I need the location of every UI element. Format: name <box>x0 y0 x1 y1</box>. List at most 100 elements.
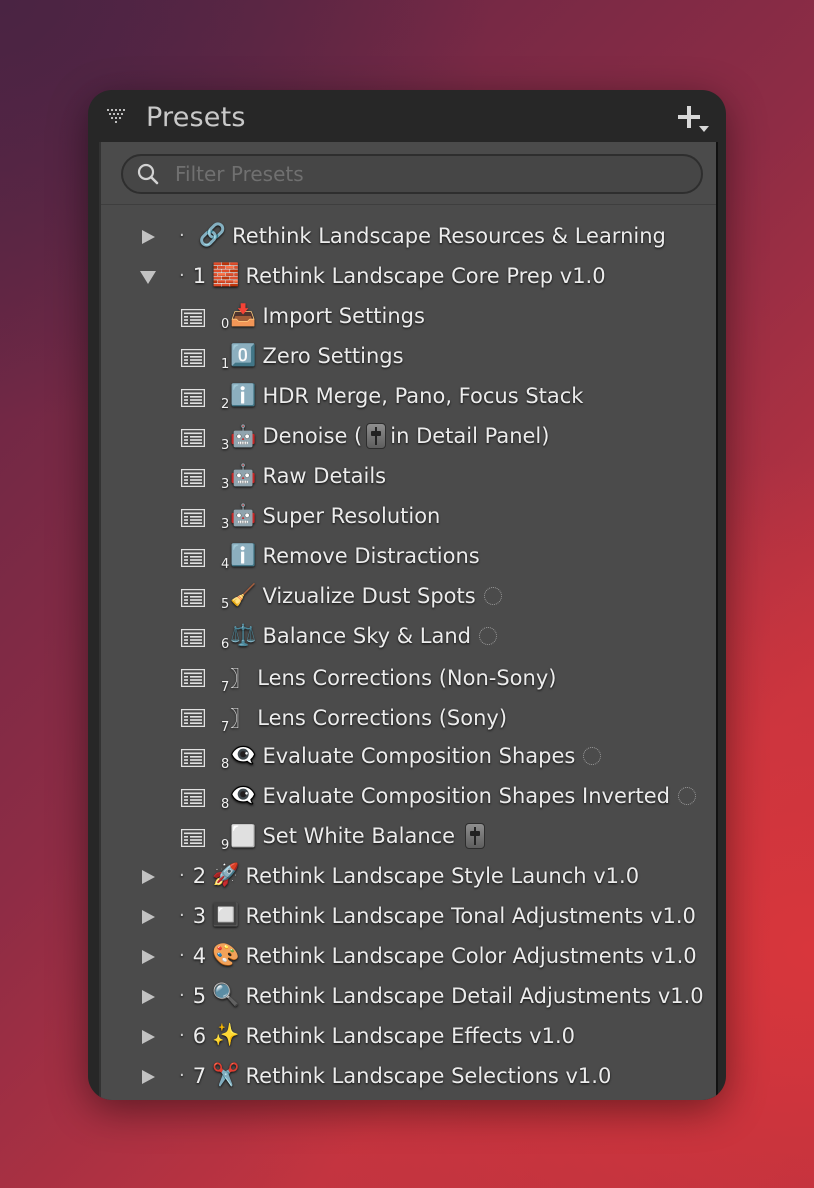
status-ring-icon <box>478 626 497 645</box>
folder-row[interactable]: · 4 🎨 Rethink Landscape Color Adjustments v… <box>101 936 716 976</box>
folder-row[interactable]: · 2 🚀 Rethink Landscape Style Launch v1.0 <box>101 856 716 896</box>
slider-icon <box>366 423 387 449</box>
preset-emoji-icon: 🤖 <box>230 503 257 527</box>
preset-icon <box>180 428 206 452</box>
folder-emoji-icon: 🧱 <box>212 263 240 288</box>
preset-index: 7 <box>221 679 230 695</box>
search-icon <box>137 163 159 189</box>
preset-emoji-icon: ⚖️ <box>230 623 257 647</box>
preset-label-group: 5 🧹 Vizualize Dust Spots <box>221 583 502 612</box>
preset-icon <box>180 748 206 772</box>
bullet: · <box>179 905 185 926</box>
add-preset-button[interactable] <box>678 104 710 134</box>
disclosure-collapsed-icon[interactable] <box>139 1067 157 1085</box>
preset-row[interactable]: 9 ⬜ Set White Balance <box>101 816 716 856</box>
preset-icon <box>180 828 206 852</box>
disclosure-collapsed-icon[interactable] <box>139 867 157 885</box>
preset-icon <box>180 708 206 732</box>
folder-label-group: · 4 🎨 Rethink Landscape Color Adjustments v… <box>179 943 697 968</box>
bullet: · <box>179 225 185 246</box>
folder-label-group: · 🔗 Rethink Landscape Resources & Learning <box>179 223 666 248</box>
folder-number: 7 <box>192 1063 207 1088</box>
preset-index: 6 <box>221 637 230 652</box>
folder-label: Rethink Landscape Core Prep v1.0 <box>245 263 606 288</box>
bullet: · <box>179 1065 185 1086</box>
disclosure-collapsed-icon[interactable] <box>139 227 157 245</box>
preset-label-group: 7 〗 Lens Corrections (Non-Sony) <box>221 663 556 695</box>
preset-emoji-icon: ℹ️ <box>230 383 257 407</box>
folder-label: Rethink Landscape Effects v1.0 <box>245 1023 575 1048</box>
preset-icon <box>180 668 206 692</box>
preset-emoji-icon: ⬜ <box>230 823 257 848</box>
disclosure-collapsed-icon[interactable] <box>139 1027 157 1045</box>
preset-label-group: 0 📥 Import Settings <box>221 303 425 332</box>
preset-index: 3 <box>221 477 230 492</box>
folder-label: Rethink Landscape Color Adjustments v1.0 <box>245 943 697 968</box>
preset-row[interactable]: 7 〗 Lens Corrections (Non-Sony) <box>101 656 716 696</box>
preset-row[interactable]: 5 🧹 Vizualize Dust Spots <box>101 576 716 616</box>
disclosure-collapsed-icon[interactable] <box>139 947 157 965</box>
disclosure-expanded-icon[interactable] <box>139 267 157 285</box>
folder-number: 5 <box>192 983 207 1008</box>
preset-index: 2 <box>221 397 230 412</box>
preset-row[interactable]: 1 0️⃣ Zero Settings <box>101 336 716 376</box>
preset-label-before: Denoise ( <box>262 424 363 448</box>
preset-label-group: 3 🤖 Super Resolution <box>221 503 440 532</box>
preset-emoji-icon: 👁‍🗨 <box>230 783 257 807</box>
folder-emoji-icon: ✨ <box>212 1023 240 1048</box>
folder-number: 1 <box>192 263 207 288</box>
folder-number: 2 <box>192 863 207 888</box>
preset-row[interactable]: 6 ⚖️ Balance Sky & Land <box>101 616 716 656</box>
preset-row[interactable]: 8 👁‍🗨 Evaluate Composition Shapes <box>101 736 716 776</box>
filter-presets-input[interactable] <box>173 160 687 188</box>
preset-row[interactable]: 8 👁‍🗨 Evaluate Composition Shapes Inverted <box>101 776 716 816</box>
panel-header[interactable]: Presets <box>88 90 726 142</box>
preset-emoji-icon: 🤖 <box>230 463 257 487</box>
folder-label: Rethink Landscape Detail Adjustments v1.… <box>245 983 704 1008</box>
preset-row[interactable]: 7 〗 Lens Corrections (Sony) <box>101 696 716 736</box>
status-ring-icon <box>483 586 502 605</box>
preset-index: 1 <box>221 357 230 372</box>
folder-emoji-icon: 🎨 <box>212 943 240 968</box>
folder-label-group: · 7 ✂️ Rethink Landscape Selections v1.0 <box>179 1063 611 1088</box>
bullet: · <box>179 265 185 286</box>
folder-emoji-icon: 🔗 <box>198 223 227 248</box>
preset-row[interactable]: 3 🤖 Denoise (in Detail Panel) <box>101 416 716 456</box>
preset-icon <box>180 588 206 612</box>
folder-emoji-icon: 🔲 <box>212 903 240 928</box>
preset-emoji-icon: 0️⃣ <box>230 343 257 367</box>
folder-label: Rethink Landscape Style Launch v1.0 <box>245 863 640 888</box>
folder-number: 6 <box>192 1023 207 1048</box>
disclosure-collapsed-icon[interactable] <box>139 987 157 1005</box>
folder-row[interactable]: · 1 🧱 Rethink Landscape Core Prep v1.0 <box>101 256 716 296</box>
preset-label-group: 4 ℹ️ Remove Distractions <box>221 543 480 572</box>
preset-row[interactable]: 4 ℹ️ Remove Distractions <box>101 536 716 576</box>
preset-emoji-icon: 〗 <box>230 667 252 691</box>
folder-row[interactable]: · 7 ✂️ Rethink Landscape Selections v1.0 <box>101 1056 716 1096</box>
preset-label: Evaluate Composition Shapes <box>262 743 576 768</box>
preset-list[interactable]: · 🔗Rethink Landscape Resources & Learning… <box>99 142 718 1100</box>
preset-row[interactable]: 2 ℹ️ HDR Merge, Pano, Focus Stack <box>101 376 716 416</box>
preset-label: Import Settings <box>262 303 425 328</box>
folder-label-group: · 3 🔲 Rethink Landscape Tonal Adjustments v… <box>179 903 696 928</box>
divider <box>101 204 716 205</box>
preset-index: 8 <box>221 757 230 772</box>
preset-row[interactable]: 3 🤖 Raw Details <box>101 456 716 496</box>
folder-row[interactable]: · 5 🔍 Rethink Landscape Detail Adjustments … <box>101 976 716 1016</box>
folder-number: 4 <box>192 943 207 968</box>
preset-icon <box>180 348 206 372</box>
plus-icon <box>678 106 709 132</box>
preset-row[interactable]: 0 📥 Import Settings <box>101 296 716 336</box>
preset-label-group: 7 〗 Lens Corrections (Sony) <box>221 703 507 735</box>
filter-box[interactable] <box>121 154 703 194</box>
folder-label: Rethink Landscape Selections v1.0 <box>245 1063 612 1088</box>
folder-row[interactable]: · 3 🔲 Rethink Landscape Tonal Adjustments v… <box>101 896 716 936</box>
disclosure-collapsed-icon[interactable] <box>139 907 157 925</box>
collapse-triangle-icon[interactable] <box>106 108 126 128</box>
preset-label-group: 3 🤖 Raw Details <box>221 463 386 492</box>
folder-row[interactable]: · 6 ✨ Rethink Landscape Effects v1.0 <box>101 1016 716 1056</box>
preset-label-group: 2 ℹ️ HDR Merge, Pano, Focus Stack <box>221 383 583 412</box>
folder-emoji-icon: 🚀 <box>212 863 240 888</box>
folder-row[interactable]: · 🔗 Rethink Landscape Resources & Learning <box>101 216 716 256</box>
preset-row[interactable]: 3 🤖 Super Resolution <box>101 496 716 536</box>
